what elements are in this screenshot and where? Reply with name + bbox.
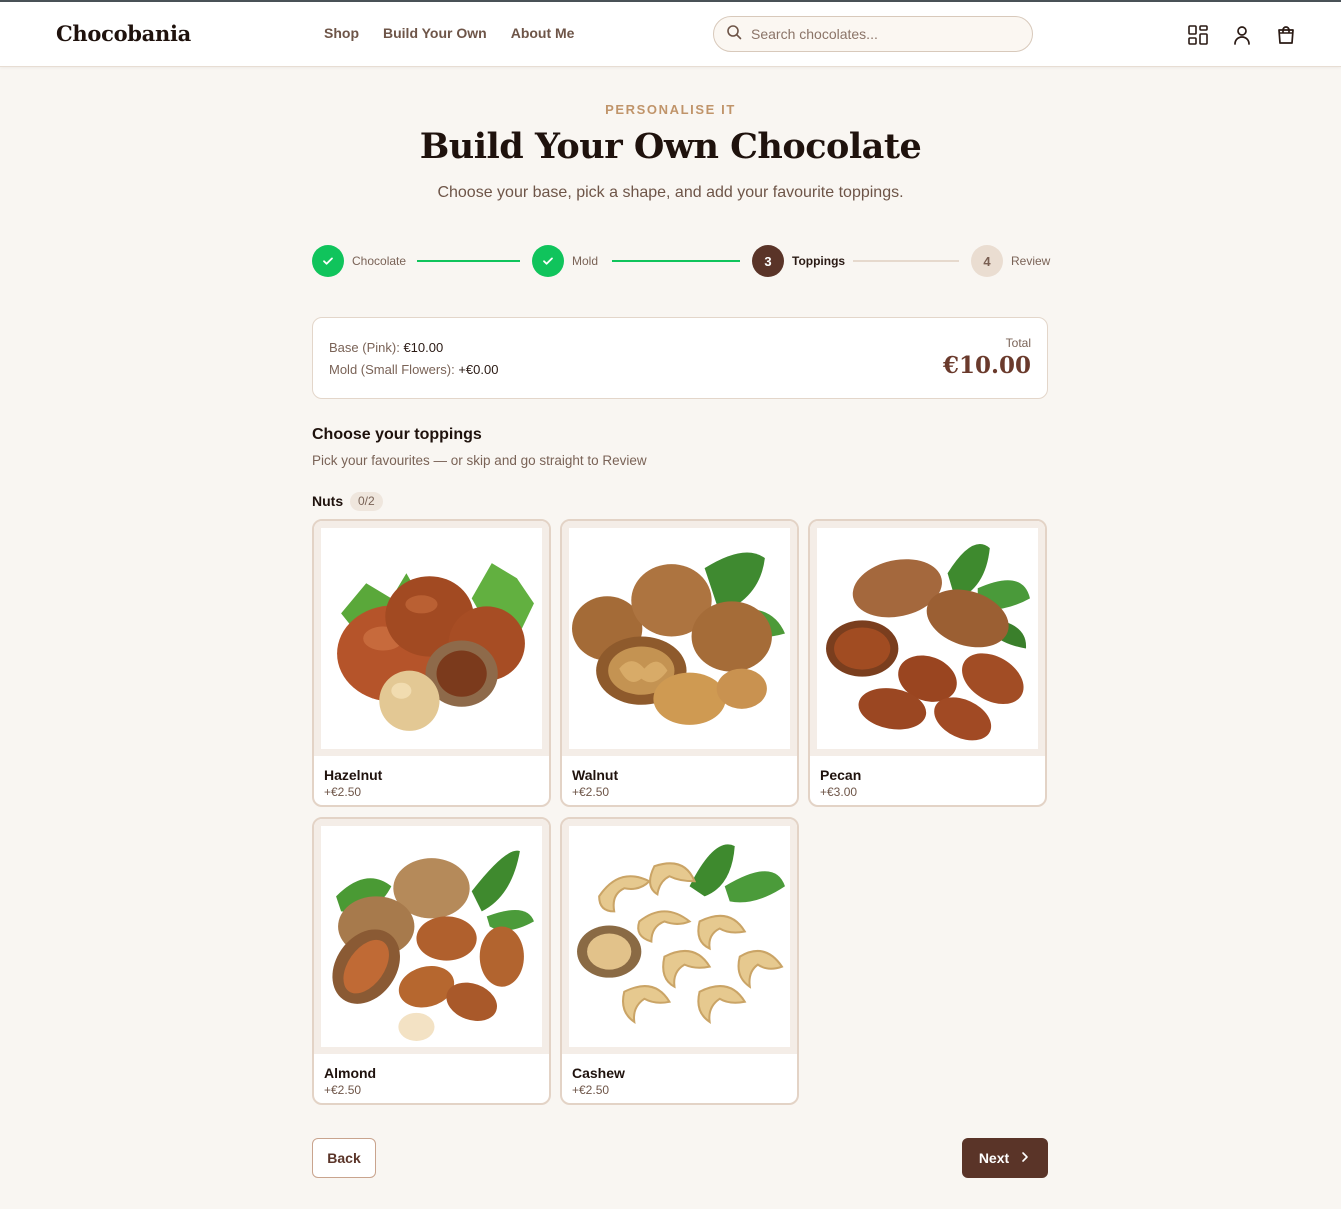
total-value: €10.00: [942, 352, 1031, 379]
page-eyebrow: PERSONALISE IT: [605, 102, 736, 117]
topping-price: +€2.50: [572, 1083, 610, 1097]
grid-icon[interactable]: [1187, 24, 1209, 46]
next-button-label: Next: [978, 1150, 1010, 1166]
step-2-check-icon[interactable]: [532, 245, 564, 277]
topping-price: +€2.50: [572, 785, 610, 799]
price-summary: Base (Pink): €10.00 Mold (Small Flowers)…: [312, 317, 1048, 399]
step-connector: [853, 260, 959, 262]
topping-price: +€2.50: [324, 785, 362, 799]
chevron-right-icon: [1019, 1150, 1031, 1166]
hazelnut-image: [314, 521, 549, 756]
topping-card-walnut[interactable]: Walnut +€2.50: [560, 519, 799, 807]
nav-about-me[interactable]: About Me: [511, 25, 575, 41]
back-button[interactable]: Back: [312, 1138, 376, 1178]
topping-name: Pecan: [820, 767, 862, 783]
step-2-label: Mold: [572, 254, 599, 268]
topping-card-almond[interactable]: Almond +€2.50: [312, 817, 551, 1105]
summary-mold-value: +€0.00: [458, 362, 499, 377]
summary-base-value: €10.00: [403, 340, 444, 355]
main-nav: Shop Build Your Own About Me: [324, 25, 574, 41]
topping-price: +€3.00: [820, 785, 858, 799]
category-count-badge: 0/2: [350, 492, 383, 511]
topping-name: Walnut: [572, 767, 619, 783]
almond-image: [314, 819, 549, 1054]
step-connector: [612, 260, 740, 262]
topping-card-hazelnut[interactable]: Hazelnut +€2.50: [312, 519, 551, 807]
topping-price: +€2.50: [324, 1083, 362, 1097]
summary-base-line: Base (Pink): €10.00: [329, 340, 443, 355]
category-title: Nuts: [312, 493, 344, 509]
nav-build-your-own[interactable]: Build Your Own: [383, 25, 487, 41]
step-3-number[interactable]: 3: [752, 245, 784, 277]
step-3-label: Toppings: [792, 254, 846, 268]
nav-shop[interactable]: Shop: [324, 25, 359, 41]
topping-name: Hazelnut: [324, 767, 383, 783]
step-1-check-icon[interactable]: [312, 245, 344, 277]
toppings-title: Choose your toppings: [312, 426, 482, 443]
page-title: Build Your Own Chocolate: [419, 126, 922, 167]
step-4-label: Review: [1011, 254, 1051, 268]
page-subtitle: Choose your base, pick a shape, and add …: [437, 184, 904, 201]
cashew-image: [562, 819, 797, 1054]
site-header: Chocobania Shop Build Your Own About Me: [0, 2, 1341, 67]
step-1-label: Chocolate: [352, 254, 407, 268]
search-icon: [726, 24, 742, 45]
search-input[interactable]: [751, 26, 1011, 42]
topping-name: Almond: [324, 1065, 377, 1081]
topping-name: Cashew: [572, 1065, 625, 1081]
toppings-subtitle: Pick your favourites — or skip and go st…: [312, 453, 647, 468]
brand-logo[interactable]: Chocobania: [56, 21, 191, 46]
total-label: Total: [1005, 336, 1031, 350]
pecan-image: [810, 521, 1045, 756]
cart-icon[interactable]: [1275, 24, 1297, 46]
step-connector: [417, 260, 520, 262]
summary-mold-label: Mold (Small Flowers):: [329, 362, 455, 377]
topping-card-pecan[interactable]: Pecan +€3.00: [808, 519, 1047, 807]
step-4-number[interactable]: 4: [971, 245, 1003, 277]
topping-card-cashew[interactable]: Cashew +€2.50: [560, 817, 799, 1105]
summary-mold-line: Mold (Small Flowers): +€0.00: [329, 362, 498, 377]
next-button[interactable]: Next: [962, 1138, 1048, 1178]
user-icon[interactable]: [1231, 24, 1253, 46]
search-box: [713, 16, 1033, 52]
summary-base-label: Base (Pink):: [329, 340, 400, 355]
walnut-image: [562, 521, 797, 756]
